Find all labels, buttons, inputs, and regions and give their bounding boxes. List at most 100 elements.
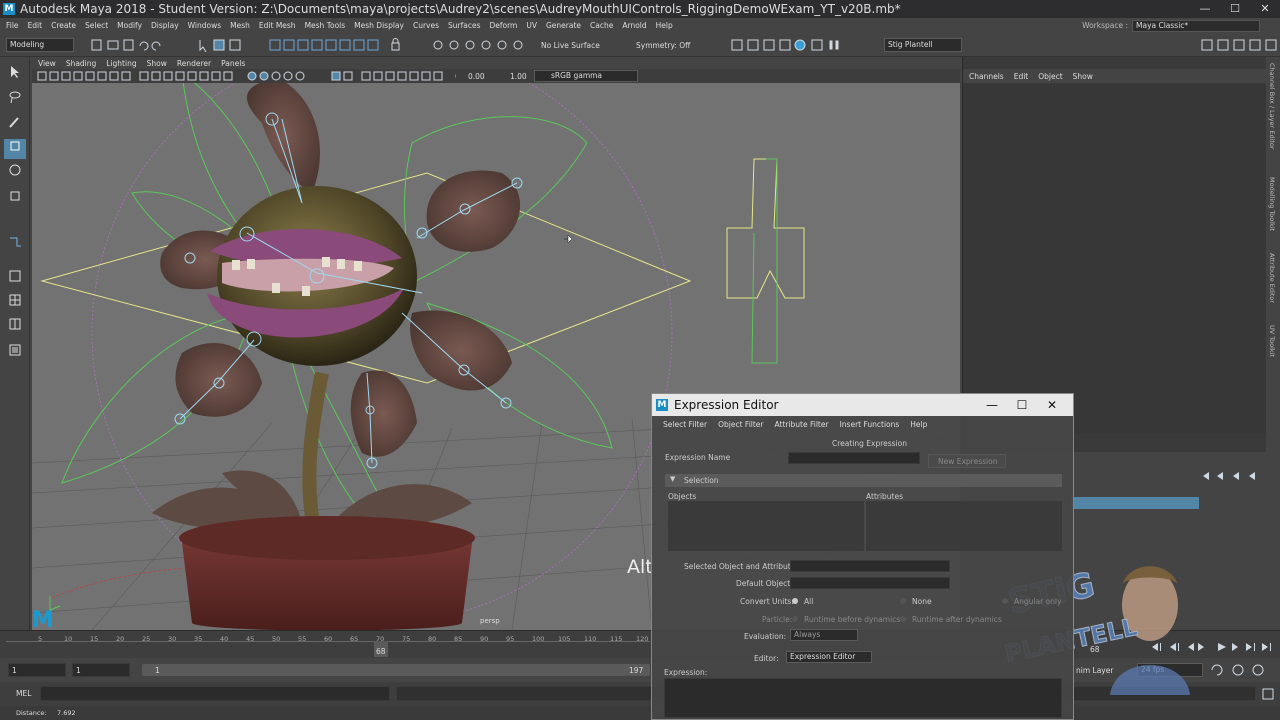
convert-angular-radio[interactable]	[1002, 598, 1008, 604]
menu-windows[interactable]: Windows	[188, 21, 221, 30]
joint-tool-button[interactable]	[4, 235, 26, 255]
menu-modify[interactable]: Modify	[117, 21, 142, 30]
channel-box-body[interactable]	[963, 84, 1267, 434]
expression-name-input[interactable]	[788, 452, 920, 464]
render-icons[interactable]	[730, 38, 860, 52]
paint-select-button[interactable]	[4, 115, 26, 135]
colorspace-dropdown[interactable]: sRGB gamma	[534, 70, 638, 82]
cb-menu-channels[interactable]: Channels	[969, 72, 1004, 81]
expr-menu-help[interactable]: Help	[910, 420, 927, 429]
gamma-value[interactable]: 1.00	[510, 72, 527, 81]
selection-section-header[interactable]: ▼ Selection	[665, 474, 1062, 487]
expr-menu-select-filter[interactable]: Select Filter	[663, 420, 707, 429]
current-frame-label: 68	[376, 647, 386, 656]
expression-editor-titlebar[interactable]: M Expression Editor — ☐ ✕	[652, 394, 1073, 416]
menu-mesh[interactable]: Mesh	[230, 21, 250, 30]
lock-icon	[391, 42, 400, 51]
select-tool-button[interactable]	[4, 65, 26, 85]
evaluation-dropdown[interactable]: Always	[790, 629, 858, 641]
single-view-button[interactable]	[4, 269, 26, 289]
menu-surfaces[interactable]: Surfaces	[448, 21, 480, 30]
four-view-button[interactable]	[4, 293, 26, 313]
grid-icon	[139, 71, 149, 81]
joint-icon	[10, 237, 21, 247]
vp-menu-show[interactable]: Show	[147, 59, 167, 68]
menu-mesh-display[interactable]: Mesh Display	[354, 21, 404, 30]
tab-channel-box[interactable]: Channel Box / Layer Editor	[1268, 63, 1276, 150]
runtime-before-radio[interactable]	[792, 616, 798, 622]
menuset-dropdown[interactable]: Modeling	[6, 38, 74, 52]
menu-generate[interactable]: Generate	[546, 21, 581, 30]
cb-menu-edit[interactable]: Edit	[1014, 72, 1029, 81]
menu-uv[interactable]: UV	[526, 21, 537, 30]
convert-all-radio[interactable]	[792, 598, 798, 604]
workspace-dropdown[interactable]: Maya Classic*	[1132, 19, 1260, 32]
new-expression-button[interactable]: New Expression	[928, 454, 1006, 468]
vp-menu-view[interactable]: View	[38, 59, 56, 68]
default-object-field[interactable]	[790, 577, 950, 589]
maximize-button[interactable]: ☐	[1220, 0, 1250, 18]
menu-deform[interactable]: Deform	[489, 21, 517, 30]
command-input[interactable]	[40, 686, 390, 701]
expr-menu-attribute-filter[interactable]: Attribute Filter	[775, 420, 829, 429]
outliner-view-button[interactable]	[4, 343, 26, 363]
scale-tool-button[interactable]	[4, 139, 26, 159]
expr-close-button[interactable]: ✕	[1037, 394, 1067, 416]
minimize-button[interactable]: —	[1190, 0, 1220, 18]
symmetry-dropdown[interactable]: Symmetry: Off	[636, 41, 690, 50]
tab-attribute-editor[interactable]: Attribute Editor	[1268, 253, 1276, 303]
range-bar[interactable]	[142, 664, 650, 676]
vp-menu-lighting[interactable]: Lighting	[106, 59, 136, 68]
exposure-value[interactable]: 0.00	[468, 72, 485, 81]
tab-uv-toolkit[interactable]: UV Toolkit	[1268, 325, 1276, 357]
vp-menu-panels[interactable]: Panels	[221, 59, 245, 68]
menu-arnold[interactable]: Arnold	[622, 21, 646, 30]
editor-dropdown[interactable]: Expression Editor	[786, 651, 872, 663]
menu-curves[interactable]: Curves	[413, 21, 439, 30]
menu-edit[interactable]: Edit	[28, 21, 43, 30]
menu-cache[interactable]: Cache	[590, 21, 613, 30]
panel-toggle-icons[interactable]	[1200, 38, 1278, 52]
runtime-after-radio[interactable]	[900, 616, 906, 622]
expression-name-label: Expression Name	[665, 453, 731, 462]
script-editor-icon[interactable]	[1262, 688, 1274, 700]
menu-select[interactable]: Select	[85, 21, 108, 30]
live-surface-field[interactable]: No Live Surface	[541, 41, 600, 50]
selected-obj-attr-field[interactable]	[790, 560, 950, 572]
menu-help[interactable]: Help	[656, 21, 673, 30]
menu-file[interactable]: File	[6, 21, 19, 30]
selected-layer-row[interactable]	[1071, 497, 1199, 509]
rotate-tool-button[interactable]	[4, 163, 26, 183]
close-button[interactable]: ✕	[1250, 0, 1280, 18]
expression-textarea[interactable]	[664, 678, 1062, 718]
lasso-tool-button[interactable]	[4, 90, 26, 110]
last-tool-button[interactable]	[4, 189, 26, 209]
cb-menu-show[interactable]: Show	[1073, 72, 1093, 81]
tab-modelling-toolkit[interactable]: Modelling Toolkit	[1268, 177, 1276, 231]
script-language-toggle[interactable]: MEL	[16, 689, 31, 698]
arnold-render-icon	[811, 39, 823, 51]
menu-display[interactable]: Display	[151, 21, 179, 30]
expr-minimize-button[interactable]: —	[977, 394, 1007, 416]
vp-menu-shading[interactable]: Shading	[66, 59, 96, 68]
status-line-icons[interactable]	[90, 38, 530, 52]
menu-mesh-tools[interactable]: Mesh Tools	[305, 21, 346, 30]
user-account-dropdown[interactable]: Stig Plantell	[884, 38, 962, 52]
range-icons[interactable]	[1210, 663, 1276, 677]
expr-maximize-button[interactable]: ☐	[1007, 394, 1037, 416]
menu-edit-mesh[interactable]: Edit Mesh	[259, 21, 296, 30]
expr-menu-object-filter[interactable]: Object Filter	[718, 420, 763, 429]
two-view-button[interactable]	[4, 317, 26, 337]
menu-create[interactable]: Create	[51, 21, 76, 30]
cb-menu-object[interactable]: Object	[1038, 72, 1062, 81]
undo-icon	[139, 41, 149, 51]
expr-menu-insert-functions[interactable]: Insert Functions	[840, 420, 900, 429]
vp-menu-renderer[interactable]: Renderer	[177, 59, 211, 68]
objects-list[interactable]	[668, 501, 864, 551]
viewport-toolbar-icons[interactable]	[36, 71, 456, 81]
convert-none-radio[interactable]	[900, 598, 906, 604]
collapse-arrow-icon: ▼	[670, 475, 676, 483]
workspace-selector: Workspace : Maya Classic*	[1082, 18, 1260, 33]
attributes-list[interactable]	[866, 501, 1062, 551]
layer-buttons[interactable]	[1201, 470, 1265, 482]
